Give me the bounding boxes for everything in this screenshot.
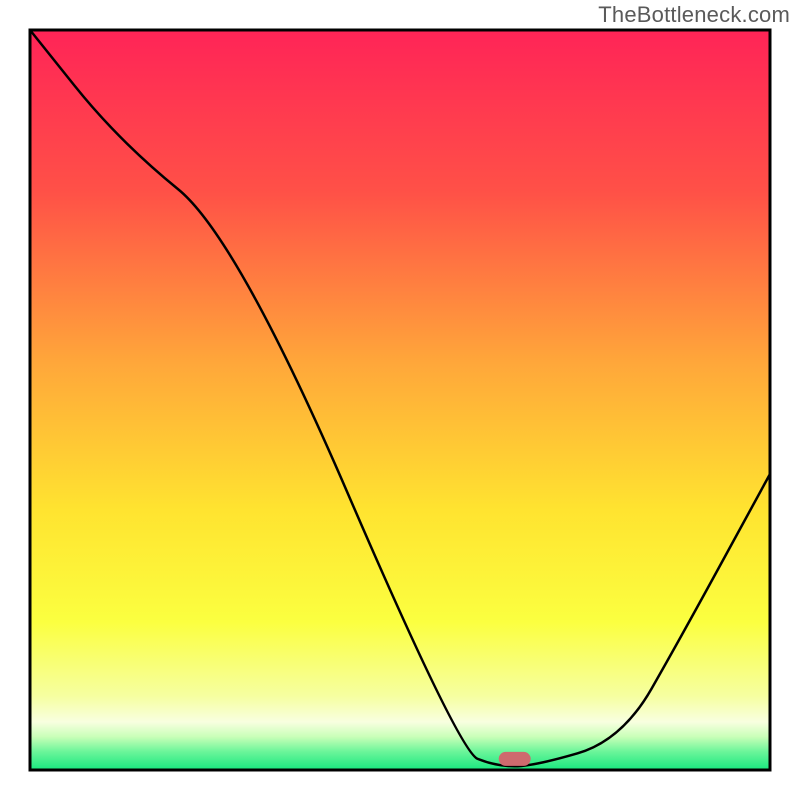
plot-background: [30, 30, 770, 770]
watermark-text: TheBottleneck.com: [598, 2, 790, 28]
optimal-marker: [499, 752, 531, 766]
chart-container: TheBottleneck.com: [0, 0, 800, 800]
chart-svg: [0, 0, 800, 800]
